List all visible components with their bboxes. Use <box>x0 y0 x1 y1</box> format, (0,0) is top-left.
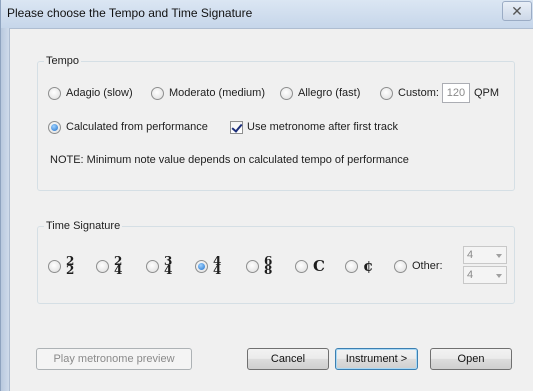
other-denominator-value: 4 <box>467 269 474 281</box>
radio-allegro-circle[interactable] <box>280 86 293 100</box>
radio-allegro-label: Allegro (fast) <box>298 87 361 99</box>
common-time-icon: C <box>313 257 325 275</box>
radio-time-6-8[interactable]: 6 8 <box>246 255 273 277</box>
time-6-8-bottom: 8 <box>264 263 273 277</box>
window-border-left <box>1 28 9 391</box>
open-button[interactable]: Open <box>430 348 512 370</box>
radio-time-4-4[interactable]: 4 4 <box>195 255 222 277</box>
other-numerator-value: 4 <box>467 249 474 261</box>
metronome-checkbox[interactable]: Use metronome after first track <box>230 119 398 135</box>
radio-adagio-label: Adagio (slow) <box>66 87 133 99</box>
close-button[interactable]: ✕ <box>502 1 532 21</box>
radio-time-3-4-circle[interactable] <box>146 259 159 273</box>
dialog-client-area: Tempo Adagio (slow) Moderato (medium) Al… <box>9 28 533 391</box>
time-4-4-symbol: 4 4 <box>213 255 222 277</box>
tempo-group: Tempo Adagio (slow) Moderato (medium) Al… <box>37 55 515 191</box>
radio-time-2-2[interactable]: 2 2 <box>48 255 75 277</box>
tempo-group-label: Tempo <box>44 55 82 67</box>
dialog-window: Please choose the Tempo and Time Signatu… <box>0 0 533 391</box>
radio-common-time[interactable]: C <box>295 257 325 275</box>
radio-time-2-4-circle[interactable] <box>96 259 109 273</box>
close-icon: ✕ <box>511 3 523 19</box>
chevron-down-icon <box>496 254 502 258</box>
radio-moderato-circle[interactable] <box>151 86 164 100</box>
radio-cut-time-circle[interactable] <box>345 259 358 273</box>
radio-other-circle[interactable] <box>394 259 407 273</box>
time-6-8-symbol: 6 8 <box>264 255 273 277</box>
radio-adagio-circle[interactable] <box>48 86 61 100</box>
radio-custom-label: Custom: <box>398 87 439 99</box>
tempo-note: NOTE: Minimum note value depends on calc… <box>50 152 409 168</box>
other-numerator-select[interactable]: 4 <box>463 246 507 264</box>
radio-cut-time[interactable]: ¢ <box>345 257 374 275</box>
radio-time-2-4[interactable]: 2 4 <box>96 255 123 277</box>
title-bar[interactable]: Please choose the Tempo and Time Signatu… <box>1 0 533 28</box>
chevron-down-icon <box>496 274 502 278</box>
metronome-checkbox-box[interactable] <box>230 120 243 134</box>
custom-tempo-unit: QPM <box>473 87 500 99</box>
time-3-4-symbol: 3 4 <box>164 255 173 277</box>
other-denominator-select[interactable]: 4 <box>463 266 507 284</box>
time-2-2-bottom: 2 <box>66 263 75 277</box>
radio-time-2-2-circle[interactable] <box>48 259 61 273</box>
cut-time-icon: ¢ <box>363 257 374 275</box>
radio-common-time-circle[interactable] <box>295 259 308 273</box>
radio-time-4-4-circle[interactable] <box>195 259 208 273</box>
radio-other[interactable]: Other: <box>394 258 443 274</box>
instrument-button[interactable]: Instrument > <box>335 348 418 370</box>
metronome-checkbox-label: Use metronome after first track <box>247 121 398 133</box>
custom-tempo-input[interactable]: 120 <box>441 83 470 103</box>
cancel-button[interactable]: Cancel <box>247 348 329 370</box>
time-4-4-bottom: 4 <box>213 263 222 277</box>
radio-calculated[interactable]: Calculated from performance <box>48 119 208 135</box>
radio-calculated-circle[interactable] <box>48 120 61 134</box>
play-metronome-preview-button[interactable]: Play metronome preview <box>36 348 192 370</box>
radio-moderato[interactable]: Moderato (medium) <box>151 85 265 101</box>
radio-other-label: Other: <box>412 260 443 272</box>
tempo-note-text: NOTE: Minimum note value depends on calc… <box>50 154 409 166</box>
time-2-4-symbol: 2 4 <box>114 255 123 277</box>
time-2-2-symbol: 2 2 <box>66 255 75 277</box>
radio-time-6-8-circle[interactable] <box>246 259 259 273</box>
radio-calculated-label: Calculated from performance <box>66 121 208 133</box>
time-signature-group: Time Signature 2 2 2 4 3 4 4 4 6 8 C ¢ O… <box>37 220 515 304</box>
radio-time-3-4[interactable]: 3 4 <box>146 255 173 277</box>
radio-custom-circle[interactable] <box>380 86 393 100</box>
radio-allegro[interactable]: Allegro (fast) <box>280 85 360 101</box>
radio-moderato-label: Moderato (medium) <box>169 87 265 99</box>
time-3-4-bottom: 4 <box>164 263 173 277</box>
dialog-title: Please choose the Tempo and Time Signatu… <box>7 6 253 20</box>
radio-adagio[interactable]: Adagio (slow) <box>48 85 133 101</box>
radio-custom[interactable]: Custom: 120 QPM <box>380 83 500 103</box>
time-signature-group-label: Time Signature <box>44 220 123 232</box>
time-2-4-bottom: 4 <box>114 263 123 277</box>
